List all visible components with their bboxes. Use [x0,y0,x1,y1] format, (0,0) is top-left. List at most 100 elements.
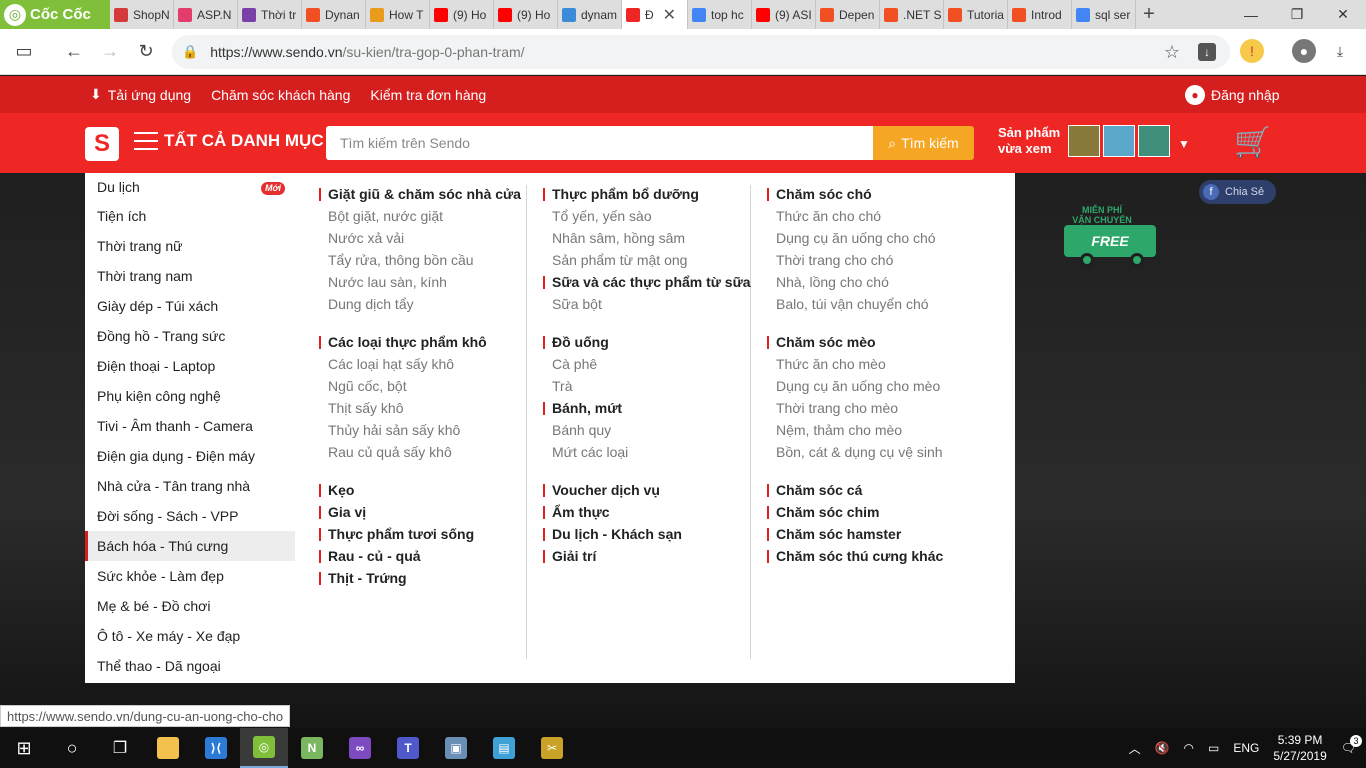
clock[interactable]: 5:39 PM 5/27/2019 [1273,732,1326,764]
browser-tab[interactable]: Introd [1008,0,1072,29]
taskbar-app-notepadpp[interactable]: N [288,728,336,768]
battery-icon[interactable]: ▭ [1208,741,1219,755]
product-thumbnail[interactable] [1068,125,1100,157]
browser-tab[interactable]: (9) Ho [430,0,494,29]
subcategory-heading[interactable]: Rau - củ - quả [315,545,539,567]
browser-tab[interactable]: Dynan [302,0,366,29]
category-item[interactable]: Thời trang nam [85,261,295,291]
subcategory-link[interactable]: Balo, túi vận chuyển chó [763,293,987,315]
customer-care-link[interactable]: Chăm sóc khách hàng [211,87,350,103]
bookmark-star-icon[interactable]: ☆ [1164,42,1180,63]
subcategory-heading[interactable]: Bánh, mứt [539,397,763,419]
subcategory-heading[interactable]: Các loại thực phẩm khô [315,331,539,353]
subcategory-heading[interactable]: Chăm sóc chó [763,183,987,205]
login-link[interactable]: ● Đăng nhập [1185,84,1280,105]
subcategory-heading[interactable]: Voucher dịch vụ [539,479,763,501]
download-icon[interactable]: ↓ [1198,43,1216,61]
subcategory-link[interactable]: Thời trang cho mèo [763,397,987,419]
category-item[interactable]: Thể thao - Dã ngoại [85,651,295,681]
chevron-down-icon[interactable]: ▼ [1178,137,1190,151]
subcategory-heading[interactable]: Đồ uống [539,331,763,353]
taskbar-app-teams[interactable]: T [384,728,432,768]
subcategory-heading[interactable]: Chăm sóc chim [763,501,987,523]
forward-arrow-icon[interactable]: → [92,34,128,70]
wifi-icon[interactable]: ◠ [1184,741,1194,755]
share-button[interactable]: f Chia Sẻ [1199,180,1276,204]
subcategory-heading[interactable]: Giặt giũ & chăm sóc nhà cửa [315,183,539,205]
category-item[interactable]: Tivi - Âm thanh - Camera [85,411,295,441]
subcategory-heading[interactable]: Giải trí [539,545,763,567]
subcategory-link[interactable]: Thời trang cho chó [763,249,987,271]
new-tab-button[interactable]: + [1136,0,1162,29]
downloads-icon[interactable]: ⤓ [1328,39,1352,63]
category-item[interactable]: Sức khỏe - Làm đẹp [85,561,295,591]
category-item[interactable]: Đồng hồ - Trang sức [85,321,295,351]
search-button[interactable]: ○ [48,728,96,768]
category-item[interactable]: Thời trang nữ [85,231,295,261]
taskbar-app-coccoc[interactable]: ◎ [240,728,288,768]
category-item[interactable]: Giày dép - Túi xách [85,291,295,321]
product-thumbnail[interactable] [1138,125,1170,157]
subcategory-heading[interactable]: Gia vị [315,501,539,523]
subcategory-link[interactable]: Bồn, cát & dụng cụ vệ sinh [763,441,987,463]
browser-tab[interactable]: Đ ✕ [622,0,688,29]
subcategory-heading[interactable]: Du lịch - Khách sạn [539,523,763,545]
taskbar-app-file-explorer[interactable] [144,728,192,768]
sendo-logo[interactable]: S [85,127,119,161]
subcategory-link[interactable]: Dụng cụ ăn uống cho mèo [763,375,987,397]
subcategory-link[interactable]: Bánh quy [539,419,763,441]
search-button[interactable]: ⌕ Tìm kiếm [873,126,974,160]
all-categories-button[interactable]: TẤT CẢ DANH MỤC [134,131,324,151]
category-item[interactable]: Phụ kiện công nghệ [85,381,295,411]
subcategory-link[interactable]: Sản phẩm từ mật ong [539,249,763,271]
search-input[interactable]: Tìm kiếm trên Sendo [326,126,874,160]
recently-viewed-label[interactable]: Sản phẩm vừa xem [998,125,1060,157]
language-indicator[interactable]: ENG [1233,741,1259,755]
sidebar-toggle-icon[interactable]: ▭ [6,34,42,70]
browser-tab[interactable]: sql ser [1072,0,1136,29]
browser-tab[interactable]: Tutoria [944,0,1008,29]
browser-tab[interactable]: dynam [558,0,622,29]
subcategory-link[interactable]: Sữa bột [539,293,763,315]
close-window-icon[interactable]: ✕ [1320,0,1366,29]
close-tab-icon[interactable]: ✕ [663,5,676,25]
browser-tab[interactable]: (9) ASI [752,0,816,29]
category-item[interactable]: Nhà cửa - Tân trang nhà [85,471,295,501]
subcategory-link[interactable]: Nước lau sàn, kính [315,271,539,293]
browser-tab[interactable]: Thời tr [238,0,302,29]
browser-tab[interactable]: .NET S [880,0,944,29]
taskbar-app-notebook[interactable]: ▤ [480,728,528,768]
subcategory-link[interactable]: Trà [539,375,763,397]
browser-tab[interactable]: Depen [816,0,880,29]
category-item[interactable]: Ô tô - Xe máy - Xe đạp [85,621,295,651]
subcategory-link[interactable]: Nệm, thảm cho mèo [763,419,987,441]
url-field[interactable]: 🔒 https://www.sendo.vn/su-kien/tra-gop-0… [172,35,1230,69]
taskbar-app-visual-studio[interactable]: ∞ [336,728,384,768]
subcategory-heading[interactable]: Chăm sóc thú cưng khác [763,545,987,567]
subcategory-link[interactable]: Mứt các loại [539,441,763,463]
product-thumbnail[interactable] [1103,125,1135,157]
restore-icon[interactable]: ❐ [1274,0,1320,29]
subcategory-heading[interactable]: Thực phẩm bổ dưỡng [539,183,763,205]
subcategory-link[interactable]: Nhà, lồng cho chó [763,271,987,293]
subcategory-link[interactable]: Dụng cụ ăn uống cho chó [763,227,987,249]
browser-tab[interactable]: ASP.N [174,0,238,29]
reload-icon[interactable]: ↻ [128,34,164,70]
browser-brand[interactable]: ◎ Cốc Cốc [0,0,110,29]
profile-avatar[interactable]: ● [1292,39,1316,63]
subcategory-heading[interactable]: Ẩm thực [539,501,763,523]
subcategory-link[interactable]: Tẩy rửa, thông bồn cầu [315,249,539,271]
browser-tab[interactable]: ShopN [110,0,174,29]
subcategory-link[interactable]: Thịt sấy khô [315,397,539,419]
subcategory-heading[interactable]: Kẹo [315,479,539,501]
browser-tab[interactable]: (9) Ho [494,0,558,29]
subcategory-link[interactable]: Dung dịch tẩy [315,293,539,315]
category-item[interactable]: Mẹ & bé - Đồ chơi [85,591,295,621]
start-button[interactable]: ⊞ [0,728,48,768]
browser-tab[interactable]: How T [366,0,430,29]
subcategory-link[interactable]: Tổ yến, yến sào [539,205,763,227]
subcategory-link[interactable]: Nhân sâm, hồng sâm [539,227,763,249]
subcategory-link[interactable]: Các loại hạt sấy khô [315,353,539,375]
category-item[interactable]: Du lịch Mới [85,173,295,201]
taskbar-app-snipping-tool[interactable]: ✂ [528,728,576,768]
